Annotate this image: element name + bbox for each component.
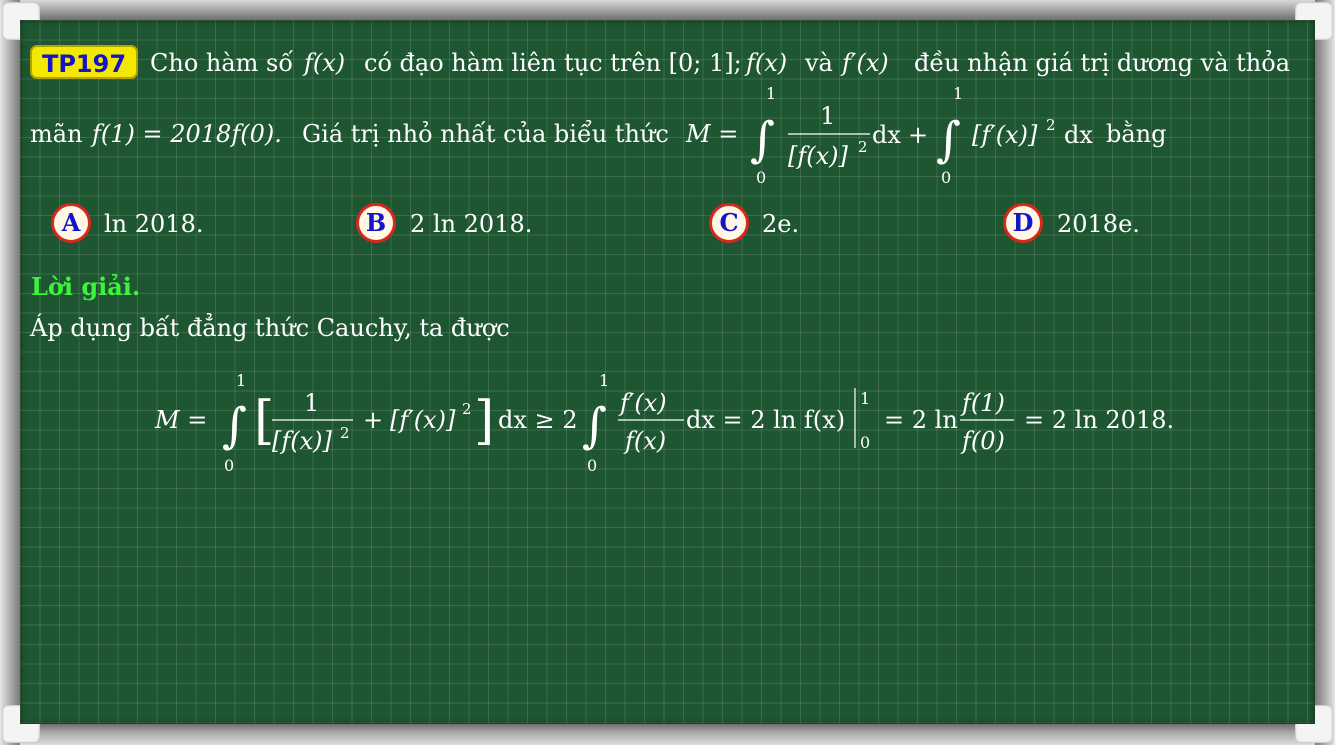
solution-formula: M = ∫ 1 0 [ 1 [f(x)] 2 + [f′(x)] 2 ] dx … — [154, 371, 1174, 475]
solution-eq-part: dx = 2 ln f(x) — [686, 406, 845, 434]
solution-ge: dx ≥ 2 — [498, 406, 578, 434]
solution-exponent-2: 2 — [462, 400, 472, 418]
solution-plus: + — [363, 406, 383, 434]
solution-result: = 2 ln 2018. — [1024, 406, 1174, 434]
solution-integral-1: ∫ — [222, 398, 247, 454]
evaluation-upper: 1 — [860, 389, 870, 408]
solution-fraction3-den: f(0) — [960, 427, 1005, 455]
big-bracket-right: ] — [474, 391, 494, 451]
solution-fraction-den: [f(x)] — [272, 427, 333, 455]
solution-fraction2-den: f(x) — [623, 427, 666, 455]
solution-integral-upper-2: 1 — [599, 371, 609, 390]
solution-integral-upper-1: 1 — [236, 371, 246, 390]
solution-lhs: M = — [154, 406, 207, 434]
solution-integral-lower-2: 0 — [587, 456, 597, 475]
solution-exponent-1: 2 — [340, 424, 350, 442]
solution-fraction2-num: f′(x) — [618, 389, 667, 417]
solution-fraction-num: 1 — [304, 389, 319, 417]
solution-integral-lower-1: 0 — [224, 456, 234, 475]
solution-eq2: = 2 ln — [884, 406, 958, 434]
evaluation-lower: 0 — [860, 433, 870, 452]
solution-integral-2: ∫ — [582, 398, 607, 454]
solution-square-term: [f′(x)] — [390, 406, 456, 434]
solution-fraction3-num: f(1) — [960, 389, 1005, 417]
